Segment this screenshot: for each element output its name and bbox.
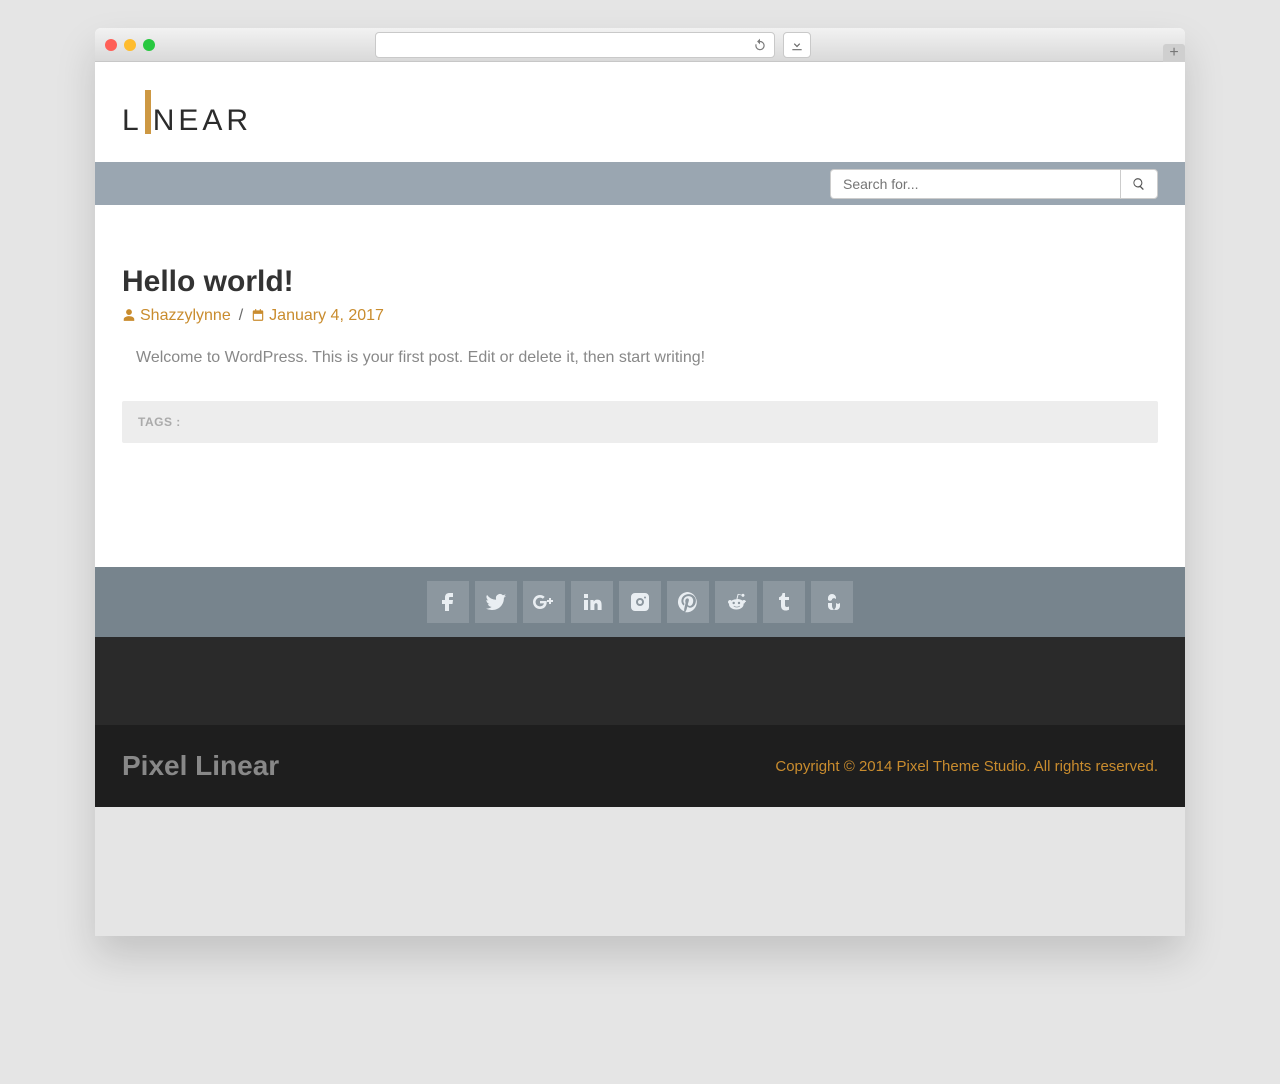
post-body: Welcome to WordPress. This is your first… (122, 349, 1158, 367)
navbar (95, 162, 1185, 205)
facebook-icon[interactable] (427, 581, 469, 623)
post-content: Hello world! Shazzylynne / January 4, 20… (95, 205, 1185, 479)
logo-text-right: NEAR (153, 104, 252, 138)
minimize-window-button[interactable] (124, 39, 136, 51)
search-icon (1132, 177, 1146, 191)
tags-box: TAGS : (122, 401, 1158, 443)
traffic-lights (105, 39, 155, 51)
logo-divider-bar (145, 90, 151, 134)
search-group (830, 169, 1158, 199)
page: L NEAR Hello world! Shazzylynne (95, 62, 1185, 936)
site-footer: Pixel Linear Copyright © 2014 Pixel Them… (95, 725, 1185, 807)
calendar-icon (251, 307, 265, 325)
address-input[interactable] (375, 32, 775, 58)
content-gap (95, 479, 1185, 567)
post-date-link[interactable]: January 4, 2017 (269, 307, 384, 325)
site-logo[interactable]: L NEAR (122, 86, 1158, 138)
user-icon (122, 307, 136, 325)
twitter-icon[interactable] (475, 581, 517, 623)
search-input[interactable] (830, 169, 1120, 199)
tumblr-icon[interactable] (763, 581, 805, 623)
download-button[interactable] (783, 32, 811, 58)
instagram-icon[interactable] (619, 581, 661, 623)
social-bar (95, 567, 1185, 637)
meta-separator: / (239, 307, 243, 325)
post-title: Hello world! (122, 265, 1158, 299)
post-author-link[interactable]: Shazzylynne (140, 307, 231, 325)
reddit-icon[interactable] (715, 581, 757, 623)
googleplus-icon[interactable] (523, 581, 565, 623)
footer-brand: Pixel Linear (122, 750, 279, 782)
site-header: L NEAR (95, 62, 1185, 162)
pinterest-icon[interactable] (667, 581, 709, 623)
search-button[interactable] (1120, 169, 1158, 199)
address-input-wrap (375, 32, 775, 58)
footer-copyright: Copyright © 2014 Pixel Theme Studio. All… (775, 758, 1158, 775)
browser-window: + L NEAR Hello world! (95, 28, 1185, 936)
logo-text-left: L (122, 104, 143, 138)
close-window-button[interactable] (105, 39, 117, 51)
address-area (375, 32, 811, 58)
browser-titlebar: + (95, 28, 1185, 62)
maximize-window-button[interactable] (143, 39, 155, 51)
viewport: + L NEAR Hello world! (0, 0, 1280, 1084)
new-tab-button[interactable]: + (1163, 44, 1185, 62)
footer-widget-area (95, 637, 1185, 725)
linkedin-icon[interactable] (571, 581, 613, 623)
stumbleupon-icon[interactable] (811, 581, 853, 623)
reload-icon[interactable] (753, 37, 767, 53)
post-meta: Shazzylynne / January 4, 2017 (122, 307, 1158, 325)
